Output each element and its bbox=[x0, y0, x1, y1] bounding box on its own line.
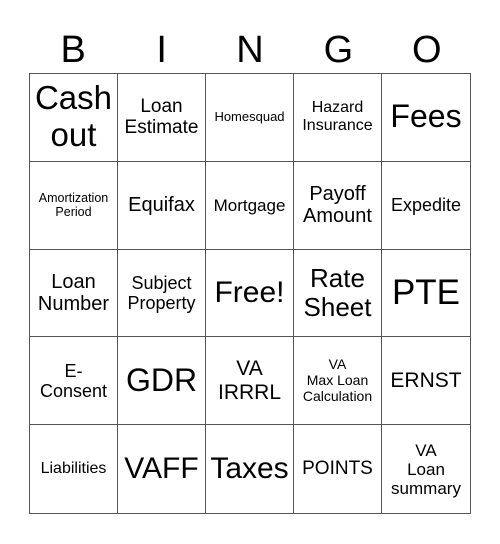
header-letter-o: O bbox=[412, 29, 442, 71]
bingo-cell[interactable]: Payoff Amount bbox=[294, 161, 382, 250]
bingo-cell[interactable]: Cash out bbox=[30, 74, 118, 162]
bingo-cell[interactable]: ERNST bbox=[382, 337, 470, 426]
bingo-cell[interactable]: POINTS bbox=[294, 425, 382, 513]
bingo-cell[interactable]: Mortgage bbox=[206, 161, 294, 250]
header-letter-b: B bbox=[60, 29, 86, 71]
bingo-cell[interactable]: Loan Estimate bbox=[118, 74, 206, 162]
bingo-cell[interactable]: Loan Number bbox=[30, 249, 118, 338]
bingo-cell[interactable]: Subject Property bbox=[118, 249, 206, 338]
header-letter-g: G bbox=[323, 29, 354, 71]
bingo-cell[interactable]: Taxes bbox=[206, 425, 294, 513]
header-letter-i: I bbox=[156, 29, 167, 71]
bingo-cell[interactable]: Homesquad bbox=[206, 74, 294, 162]
bingo-cell[interactable]: VA IRRRL bbox=[206, 337, 294, 426]
bingo-cell[interactable]: VA Loan summary bbox=[382, 425, 470, 513]
bingo-cell[interactable]: PTE bbox=[382, 250, 470, 338]
bingo-cell[interactable]: VAFF bbox=[118, 425, 206, 513]
bingo-cell[interactable]: Rate Sheet bbox=[294, 249, 382, 338]
bingo-cell[interactable]: Free! bbox=[206, 249, 294, 338]
bingo-cell[interactable]: Liabilities bbox=[30, 425, 118, 513]
bingo-header: B I N G O bbox=[29, 26, 471, 74]
bingo-cell[interactable]: Hazard Insurance bbox=[294, 74, 382, 162]
bingo-cell[interactable]: Fees bbox=[382, 74, 470, 162]
bingo-cell[interactable]: E- Consent bbox=[30, 337, 118, 426]
bingo-cell[interactable]: Amortization Period bbox=[30, 161, 118, 250]
bingo-grid: Cash out Loan Estimate Homesquad Hazard Ins… bbox=[29, 73, 471, 514]
header-letter-n: N bbox=[236, 29, 264, 71]
bingo-cell[interactable]: Equifax bbox=[118, 161, 206, 250]
bingo-cell[interactable]: GDR bbox=[118, 337, 206, 426]
bingo-cell[interactable]: VA Max Loan Calculation bbox=[294, 337, 382, 426]
bingo-cell[interactable]: Expedite bbox=[382, 162, 470, 250]
